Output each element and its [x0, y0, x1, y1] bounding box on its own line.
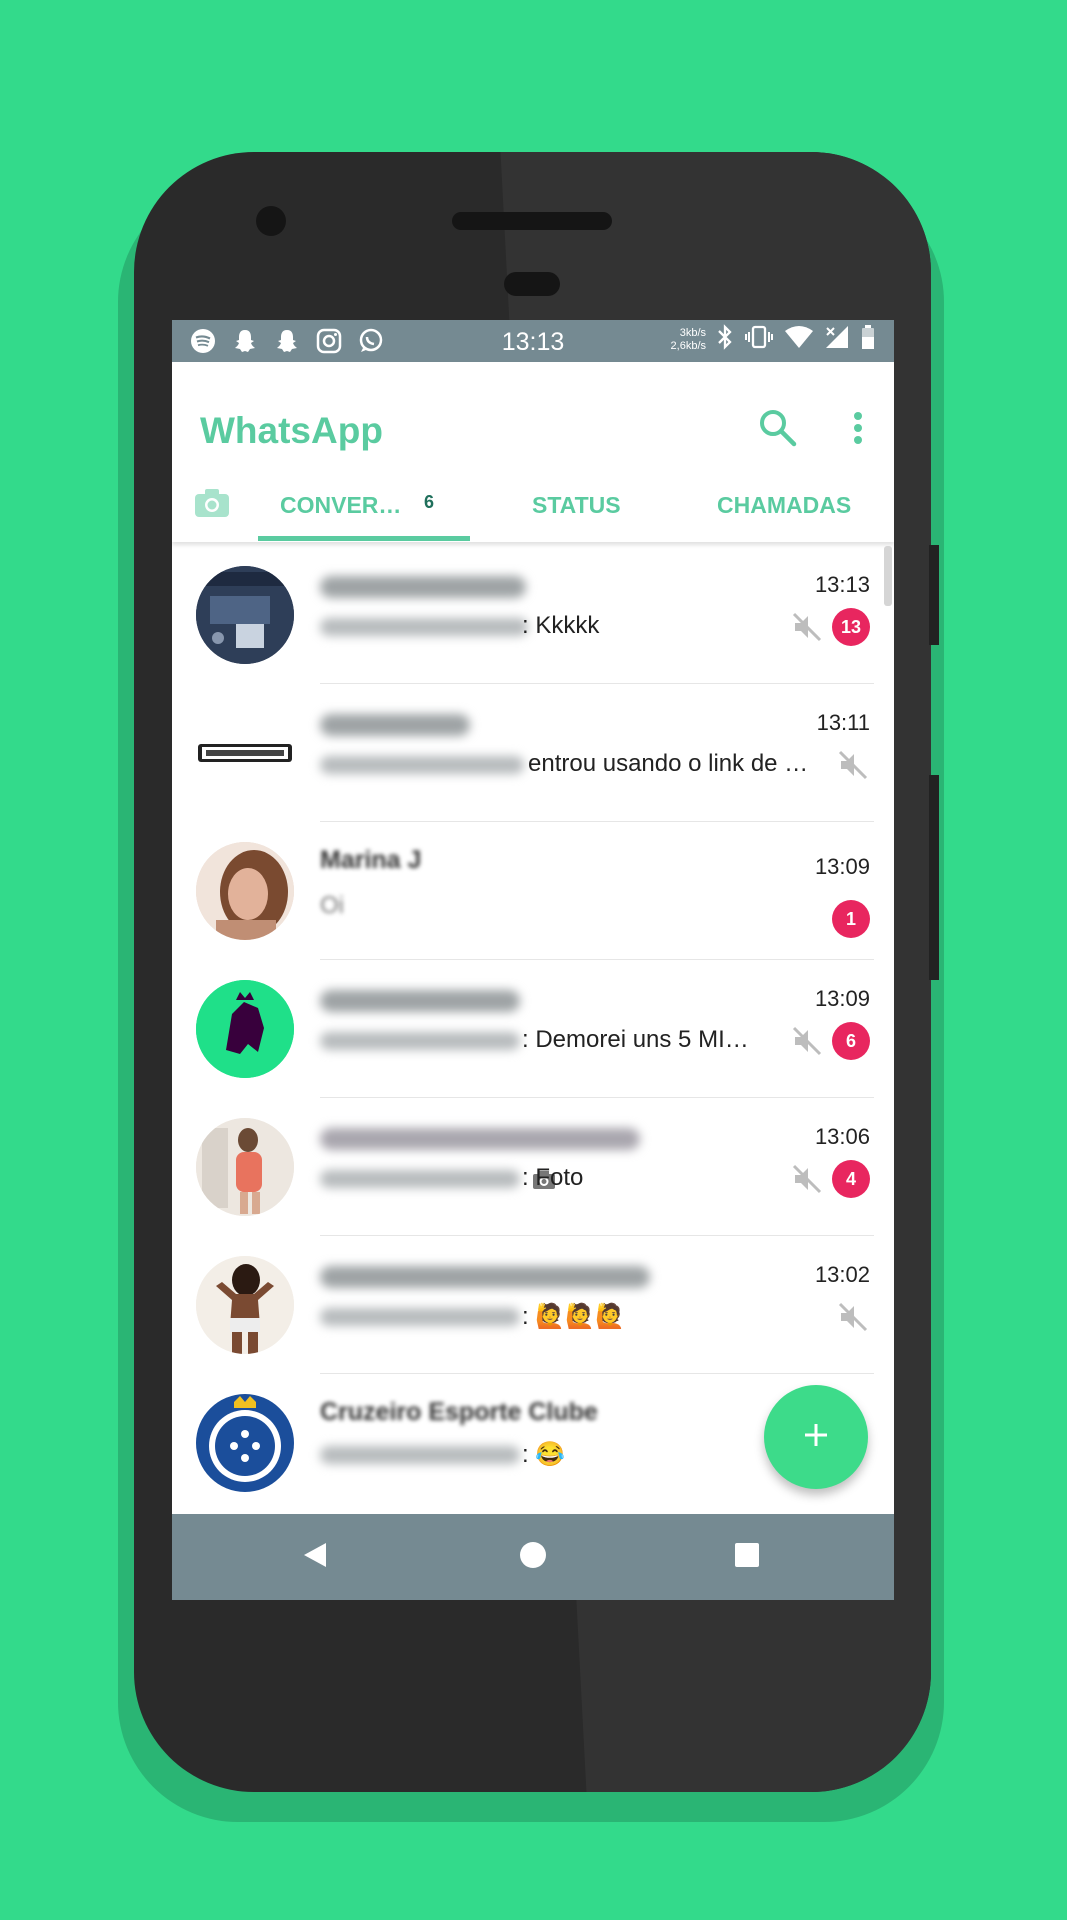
sender-number-blurred	[320, 1032, 520, 1050]
avatar	[196, 566, 294, 664]
last-message: : Demorei uns 5 MI…	[522, 1026, 749, 1053]
scrollbar[interactable]	[884, 546, 892, 606]
contact-name-blurred	[320, 1128, 640, 1150]
home-button[interactable]	[514, 1538, 552, 1576]
avatar	[196, 980, 294, 1078]
last-message: Oi	[320, 892, 344, 919]
tab-camera[interactable]	[194, 488, 230, 518]
unread-badge: 13	[832, 608, 870, 646]
avatar	[196, 1256, 294, 1354]
message-time: 13:06	[814, 1124, 870, 1149]
muted-icon	[836, 1300, 870, 1334]
last-message: : 🙋🙋🙋	[522, 1303, 625, 1330]
tab-status[interactable]: STATUS	[532, 492, 621, 519]
back-icon	[302, 1541, 328, 1574]
status-indicators: 3kb/s 2,6kb/s	[671, 324, 876, 355]
more-options-button[interactable]	[844, 406, 872, 450]
tab-conversations[interactable]: CONVER…	[280, 492, 401, 519]
message-time: 13:11	[816, 710, 870, 735]
sender-number-blurred	[320, 1446, 520, 1464]
chat-row[interactable]: : Kkkkk 13:13 13	[172, 546, 894, 684]
camera-icon	[194, 489, 230, 522]
message-time: 13:09	[814, 854, 870, 879]
tab-unread-badge: 6	[424, 492, 435, 512]
last-message: entrou usando o link de …	[528, 750, 809, 777]
recents-icon	[733, 1541, 761, 1574]
muted-icon	[790, 1024, 824, 1058]
tab-calls[interactable]: CHAMADAS	[717, 492, 851, 519]
last-message: : Foto	[522, 1164, 584, 1191]
chat-row[interactable]: : Foto 13:06 4	[172, 1098, 894, 1236]
contact-name-blurred	[320, 1266, 650, 1288]
new-chat-button[interactable]	[764, 1385, 868, 1489]
avatar	[196, 1394, 294, 1492]
speed-down: 2,6kb/s	[670, 339, 706, 352]
plus-icon	[801, 1420, 831, 1455]
app-bar: WhatsApp CONVER… 6 STATUS CHAMADAS	[172, 362, 894, 542]
app-title: WhatsApp	[200, 410, 383, 451]
sender-number-blurred	[320, 1308, 520, 1326]
signal-icon	[824, 325, 850, 354]
message-time: 13:09	[814, 986, 870, 1011]
bluetooth-icon	[716, 324, 734, 355]
chat-row[interactable]: : Demorei uns 5 MI… 13:09 6	[172, 960, 894, 1098]
chat-row[interactable]: Marina J Oi 13:09 1	[172, 822, 894, 960]
home-icon	[518, 1540, 548, 1575]
muted-icon	[836, 748, 870, 782]
sender-number-blurred	[320, 756, 524, 774]
sender-number-blurred	[320, 618, 528, 636]
unread-badge: 6	[832, 1022, 870, 1060]
chat-row[interactable]: entrou usando o link de … 13:11	[172, 684, 894, 822]
network-speed: 3kb/s 2,6kb/s	[671, 327, 706, 353]
tab-bar: CONVER… 6 STATUS CHAMADAS	[172, 462, 894, 542]
phone-screen: 13:13 3kb/s 2,6kb/s WhatsApp CONVER… 6 S…	[172, 320, 894, 1600]
battery-icon	[860, 324, 876, 355]
chat-list: : Kkkkk 13:13 13 entrou usando o link de…	[172, 546, 894, 1530]
volume-button	[929, 545, 939, 645]
muted-icon	[790, 1162, 824, 1196]
contact-name-blurred	[320, 990, 520, 1012]
message-time: 13:13	[814, 572, 870, 597]
contact-name-blurred	[320, 714, 470, 736]
unread-badge: 4	[832, 1160, 870, 1198]
front-camera	[256, 206, 286, 236]
power-button	[929, 775, 939, 980]
contact-name: Marina J	[320, 846, 422, 874]
earpiece-speaker	[452, 212, 612, 230]
avatar	[196, 1118, 294, 1216]
recents-button[interactable]	[728, 1538, 766, 1576]
status-bar: 13:13 3kb/s 2,6kb/s	[172, 320, 894, 362]
message-time: 13:02	[814, 1262, 870, 1287]
active-tab-indicator	[258, 536, 470, 541]
navigation-bar	[172, 1514, 894, 1600]
unread-badge: 1	[832, 900, 870, 938]
chat-row[interactable]: : 🙋🙋🙋 13:02	[172, 1236, 894, 1374]
wifi-icon	[784, 325, 814, 354]
last-message: : 😂	[522, 1441, 566, 1468]
contact-name: Cruzeiro Esporte Clube	[320, 1398, 598, 1426]
avatar	[196, 842, 294, 940]
proximity-sensor	[504, 272, 560, 296]
search-icon	[756, 410, 800, 454]
avatar	[196, 704, 294, 802]
muted-icon	[790, 610, 824, 644]
search-button[interactable]	[756, 406, 800, 450]
sender-number-blurred	[320, 1170, 520, 1188]
speed-up: 3kb/s	[679, 326, 706, 339]
more-vert-icon	[844, 412, 872, 454]
contact-name-blurred	[320, 576, 526, 598]
back-button[interactable]	[296, 1538, 334, 1576]
vibrate-icon	[744, 324, 774, 355]
last-message: : Kkkkk	[522, 612, 600, 639]
